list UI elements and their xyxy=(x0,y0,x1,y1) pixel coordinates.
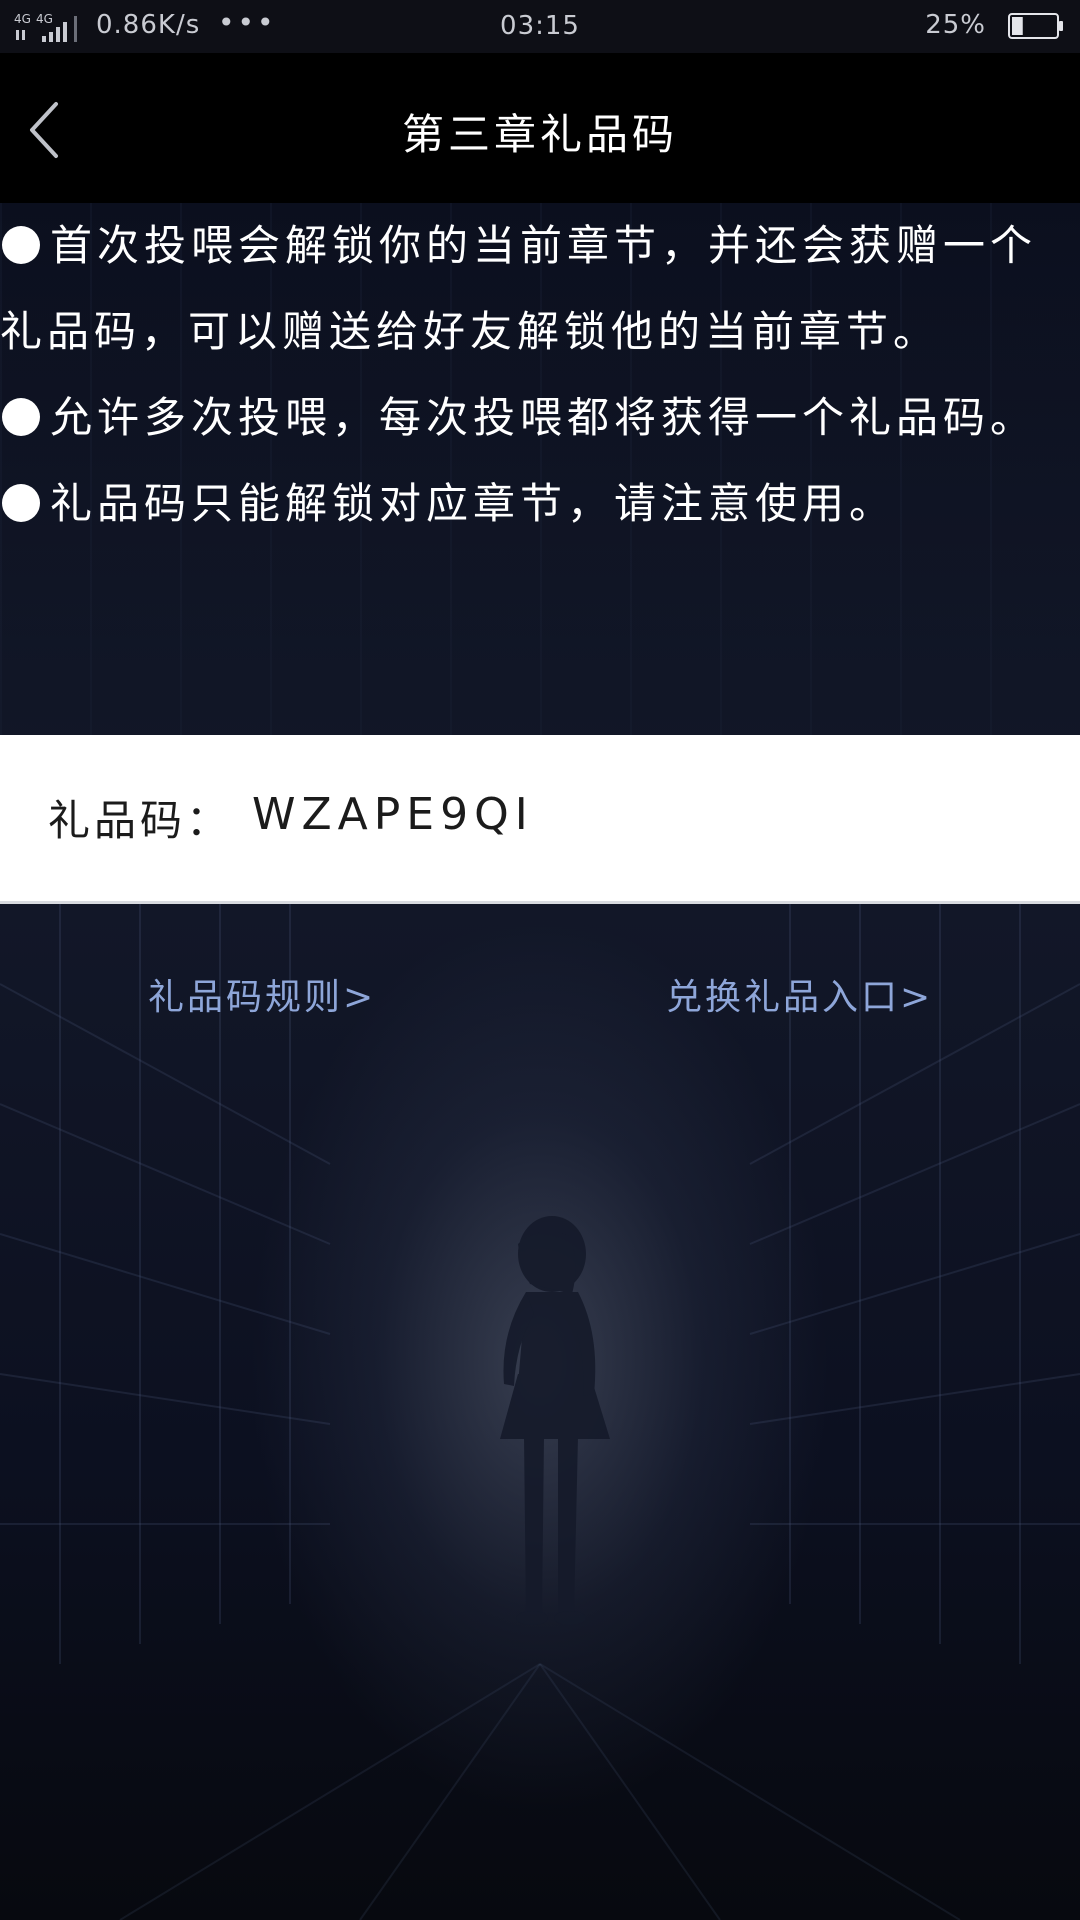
bullet-icon xyxy=(2,226,40,264)
clock: 03:15 xyxy=(500,11,580,41)
rule-item: 礼品码只能解锁对应章节，请注意使用。 xyxy=(0,461,1080,547)
rule-text: 允许多次投喂，每次投喂都将获得一个礼品码。 xyxy=(50,393,1038,442)
description-panel: 首次投喂会解锁你的当前章节，并还会获赠一个礼品码，可以赠送给好友解锁他的当前章节… xyxy=(0,203,1080,735)
gift-code-value[interactable]: WZAPE9QI xyxy=(252,789,534,840)
screen: 4G 4G 0.86K/s ••• 03:15 25% 第三章礼品码 首次投喂会… xyxy=(0,0,1080,1920)
links-row: 礼品码规则> 兑换礼品入口> xyxy=(0,968,1080,1028)
rule-text: 礼品码只能解锁对应章节，请注意使用。 xyxy=(50,479,897,528)
gift-code-label: 礼品码： xyxy=(48,796,233,845)
rules-list: 首次投喂会解锁你的当前章节，并还会获赠一个礼品码，可以赠送给好友解锁他的当前章节… xyxy=(0,203,1080,547)
rule-text: 首次投喂会解锁你的当前章节，并还会获赠一个礼品码，可以赠送给好友解锁他的当前章节… xyxy=(0,221,1038,356)
girl-silhouette-illustration xyxy=(500,1216,610,1625)
gift-code-card: 礼品码： WZAPE9QI xyxy=(0,735,1080,904)
status-bar: 4G 4G 0.86K/s ••• 03:15 25% xyxy=(0,0,1080,53)
background-illustration: 礼品码规则> 兑换礼品入口> xyxy=(0,904,1080,1920)
battery-icon xyxy=(1008,13,1063,39)
bullet-icon xyxy=(2,398,40,436)
rule-item: 首次投喂会解锁你的当前章节，并还会获赠一个礼品码，可以赠送给好友解锁他的当前章节… xyxy=(0,203,1080,375)
rule-item: 允许多次投喂，每次投喂都将获得一个礼品码。 xyxy=(0,375,1080,461)
redeem-gift-link[interactable]: 兑换礼品入口> xyxy=(666,968,933,1020)
app-header: 第三章礼品码 xyxy=(0,53,1080,203)
battery-percent: 25% xyxy=(925,10,986,40)
page-title: 第三章礼品码 xyxy=(401,110,678,159)
bullet-icon xyxy=(2,484,40,522)
gift-code-rules-link[interactable]: 礼品码规则> xyxy=(148,968,376,1020)
